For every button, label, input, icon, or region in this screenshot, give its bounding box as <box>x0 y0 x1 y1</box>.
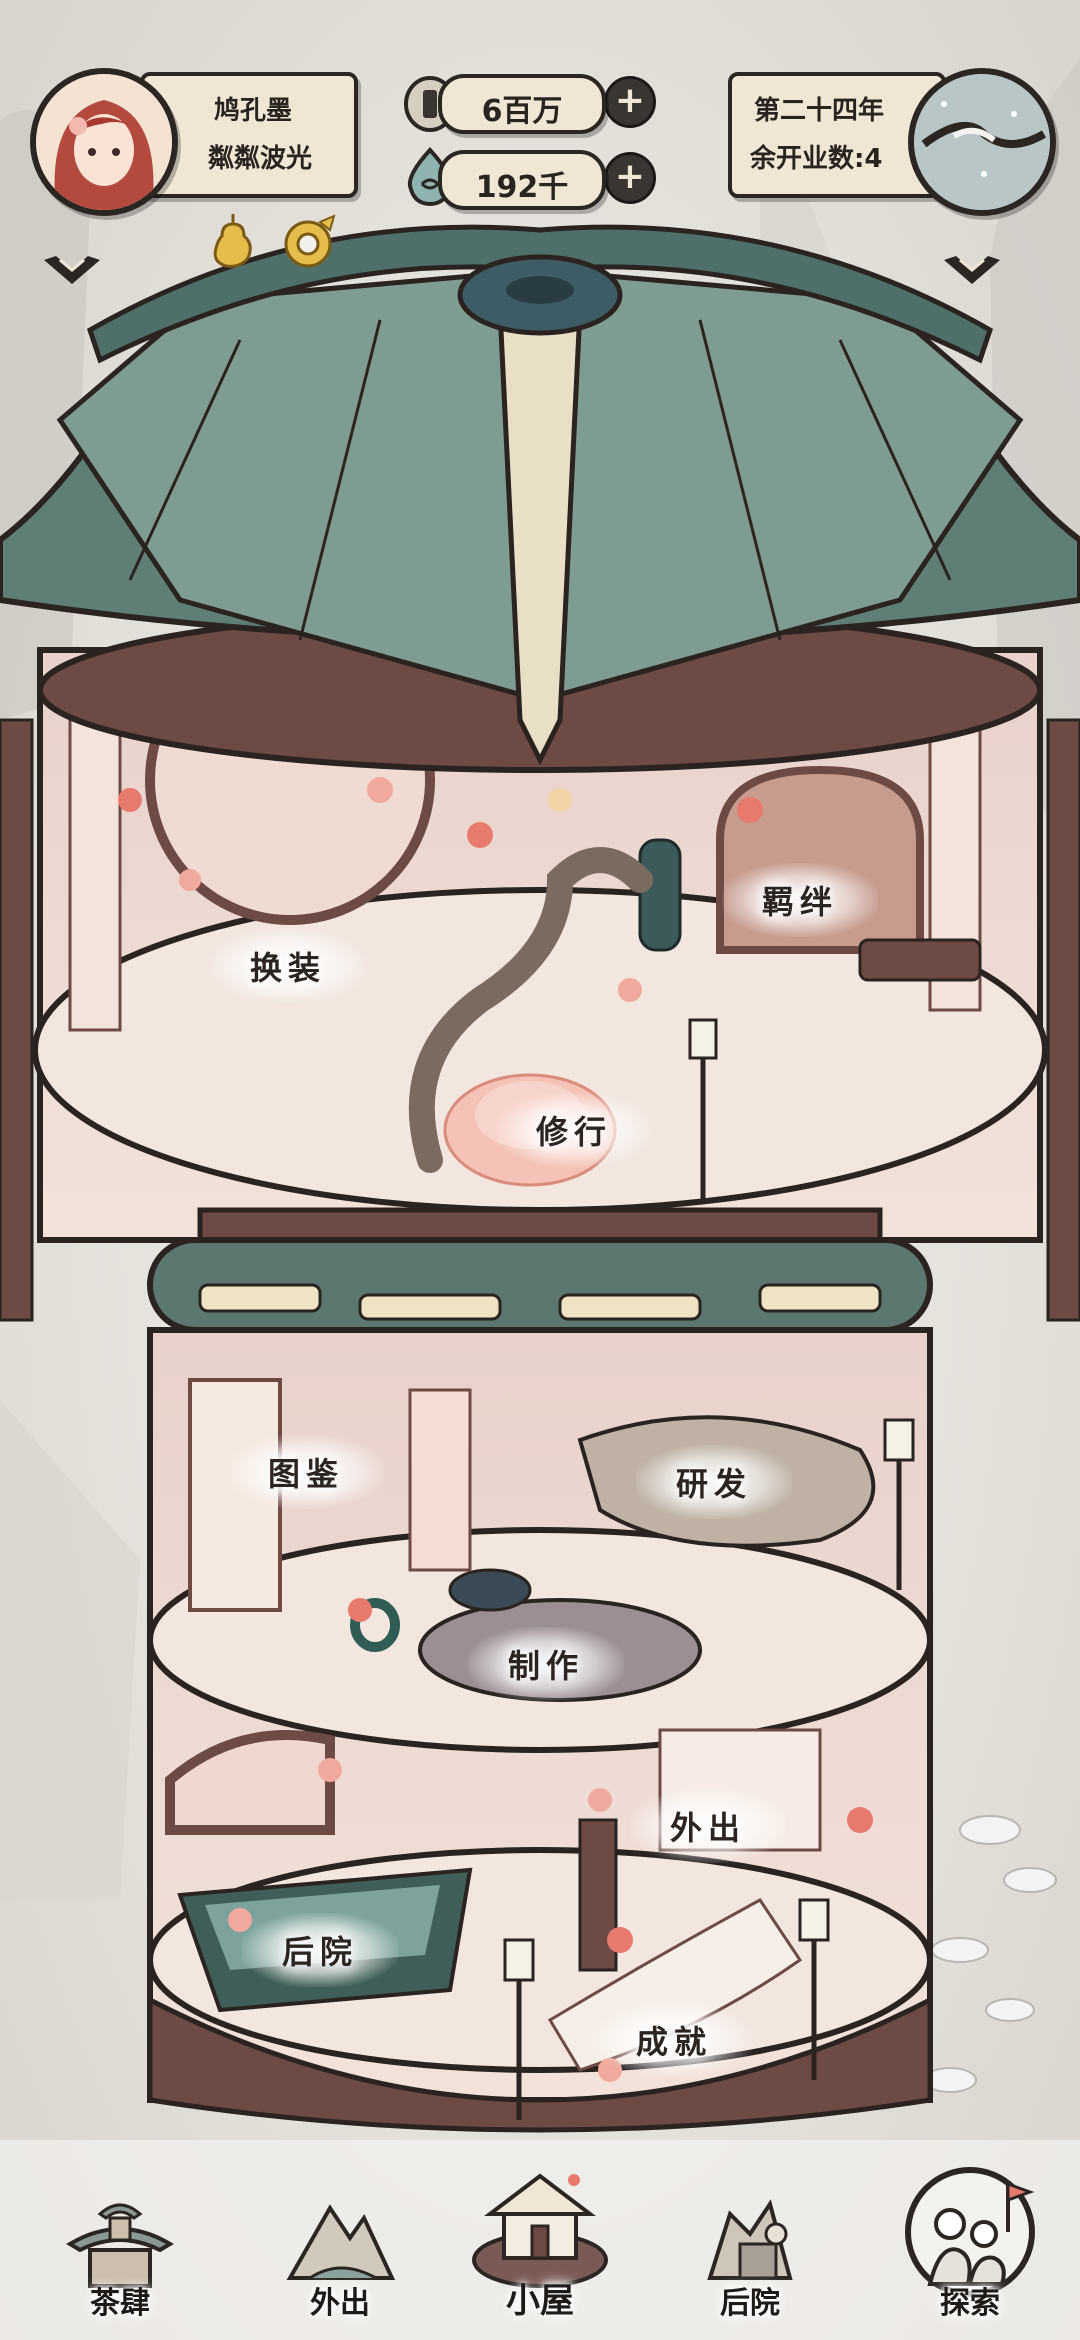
room-research-button[interactable]: 研发 <box>635 1445 793 1519</box>
jade-value: 192千 <box>475 170 569 205</box>
player-title: 粼粼波光 <box>208 144 313 174</box>
player-avatar[interactable] <box>30 68 178 216</box>
calendar-year: 第二十四年 <box>754 96 885 126</box>
room-practice-button[interactable]: 修行 <box>495 1093 653 1167</box>
add-jade-button[interactable]: + <box>604 152 656 204</box>
calendar-remaining: 余开业数:4 <box>750 144 883 174</box>
tower-scene-art <box>0 0 1080 2340</box>
nav-cabin[interactable]: 小屋 <box>450 2140 630 2340</box>
nav-backyard[interactable]: 后院 <box>670 2160 830 2340</box>
nav-explore-label: 探索 <box>940 2286 1000 2321</box>
room-craft-button[interactable]: 制作 <box>467 1627 625 1701</box>
room-backyard-button[interactable]: 后院 <box>241 1913 399 1987</box>
nav-outing[interactable]: 外出 <box>260 2160 420 2340</box>
gold-gourd-icon[interactable] <box>208 210 258 270</box>
add-coins-button[interactable]: + <box>604 76 656 128</box>
teahouse-icon <box>66 2203 174 2288</box>
room-achievement-button[interactable]: 成就 <box>595 2003 753 2077</box>
nav-teahouse[interactable]: 茶肆 <box>40 2160 200 2340</box>
coin-counter: 6百万 <box>438 74 606 134</box>
season-emblem-icon[interactable] <box>908 68 1056 216</box>
nav-outing-label: 外出 <box>310 2286 370 2321</box>
room-outing-button[interactable]: 外出 <box>629 1789 787 1863</box>
room-dress-button[interactable]: 换装 <box>209 929 367 1003</box>
mountain-icon <box>286 2204 396 2280</box>
player-portrait <box>36 74 172 210</box>
backyard-icon <box>707 2199 793 2280</box>
nav-explore[interactable]: 探索 <box>890 2160 1050 2340</box>
collapse-right-chevron-icon[interactable] <box>940 250 1004 290</box>
room-bond-button[interactable]: 羁绊 <box>721 863 879 937</box>
gold-ring-icon[interactable] <box>280 214 338 270</box>
nav-backyard-label: 后院 <box>720 2286 780 2321</box>
nav-cabin-label: 小屋 <box>506 2281 574 2321</box>
cabin-icon <box>472 2173 608 2288</box>
nav-teahouse-label: 茶肆 <box>90 2286 150 2321</box>
player-name: 鸠孔墨 <box>214 96 293 126</box>
jade-counter: 192千 <box>438 150 606 210</box>
coin-value: 6百万 <box>481 94 563 129</box>
room-codex-button[interactable]: 图鉴 <box>227 1435 385 1509</box>
collapse-left-chevron-icon[interactable] <box>40 250 104 290</box>
